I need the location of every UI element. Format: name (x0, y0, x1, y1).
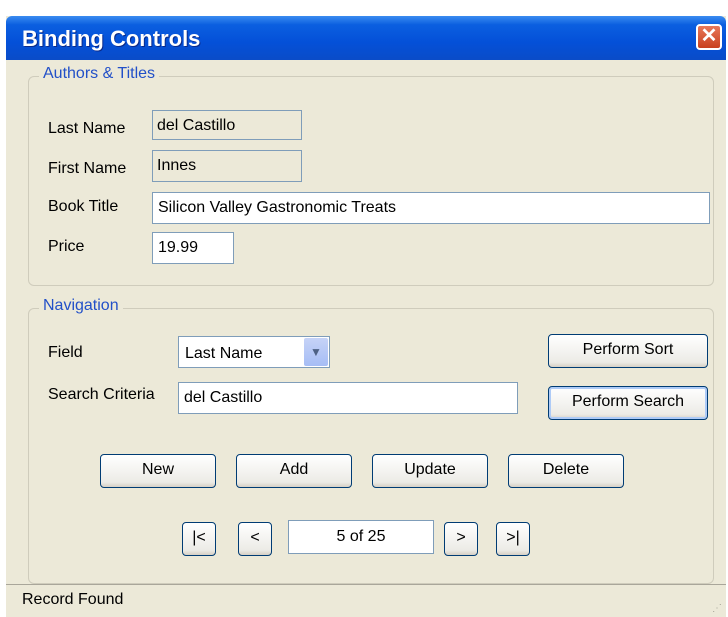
price-input[interactable]: 19.99 (152, 232, 234, 264)
previous-record-button[interactable]: < (238, 522, 272, 556)
last-record-button[interactable]: >| (496, 522, 530, 556)
price-label: Price (48, 238, 85, 255)
new-button[interactable]: New (100, 454, 216, 488)
status-text: Record Found (22, 591, 124, 608)
last-name-label: Last Name (48, 120, 126, 137)
update-button[interactable]: Update (372, 454, 488, 488)
field-label: Field (48, 344, 83, 361)
title-bar[interactable]: Binding Controls ✕ (6, 16, 726, 60)
perform-search-button[interactable]: Perform Search (548, 386, 708, 420)
field-dropdown-value: Last Name (185, 345, 263, 362)
close-icon: ✕ (700, 25, 718, 47)
perform-sort-button[interactable]: Perform Sort (548, 334, 708, 368)
add-button[interactable]: Add (236, 454, 352, 488)
first-name-label: First Name (48, 160, 127, 177)
chevron-down-icon[interactable]: ▼ (304, 338, 328, 366)
window-title: Binding Controls (22, 26, 201, 51)
book-title-label: Book Title (48, 198, 119, 215)
search-criteria-label: Search Criteria (48, 386, 155, 403)
authors-titles-legend: Authors & Titles (39, 65, 160, 83)
binding-controls-window: Binding Controls ✕ Authors & Titles Last… (6, 16, 726, 617)
record-position-field: 5 of 25 (288, 520, 434, 554)
close-button[interactable]: ✕ (696, 24, 722, 50)
book-title-input[interactable]: Silicon Valley Gastronomic Treats (152, 192, 710, 224)
field-dropdown[interactable]: Last Name ▼ (178, 336, 330, 368)
authors-titles-group: Authors & Titles (28, 65, 714, 286)
navigation-legend: Navigation (39, 297, 123, 315)
delete-button[interactable]: Delete (508, 454, 624, 488)
search-criteria-input[interactable]: del Castillo (178, 382, 518, 414)
next-record-button[interactable]: > (444, 522, 478, 556)
first-record-button[interactable]: |< (182, 522, 216, 556)
resize-grip-icon[interactable]: ⋰ (712, 603, 722, 614)
first-name-field: Innes (152, 150, 302, 182)
last-name-field: del Castillo (152, 110, 302, 140)
status-bar: Record Found ⋰ (6, 584, 726, 617)
